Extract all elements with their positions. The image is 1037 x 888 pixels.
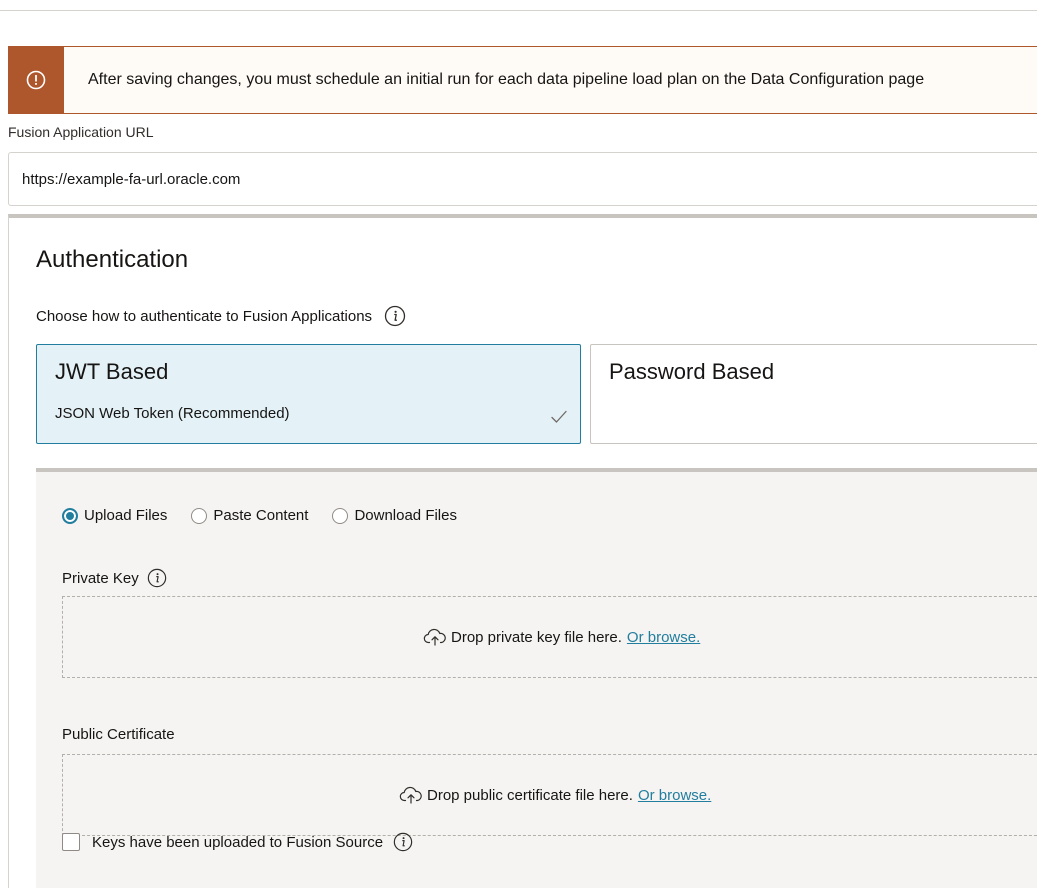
public-certificate-label-text: Public Certificate	[62, 726, 175, 743]
radio-download-files-label: Download Files	[354, 506, 457, 524]
radio-unselected-icon	[332, 508, 349, 524]
cloud-upload-icon	[423, 628, 447, 646]
jwt-based-card[interactable]: JWT Based JSON Web Token (Recommended)	[36, 344, 581, 444]
radio-unselected-icon	[191, 508, 208, 524]
radio-selected-icon	[62, 508, 78, 524]
info-icon[interactable]	[393, 832, 413, 852]
public-certificate-label: Public Certificate	[62, 726, 175, 743]
authentication-title: Authentication	[36, 246, 189, 273]
banner-icon-strip	[8, 46, 64, 114]
jwt-card-description: JSON Web Token (Recommended)	[55, 405, 290, 422]
keys-uploaded-checkbox[interactable]	[62, 833, 80, 851]
info-icon[interactable]	[147, 568, 167, 588]
private-key-browse-link[interactable]: Or browse.	[627, 629, 700, 646]
password-based-card[interactable]: Password Based	[590, 344, 1037, 444]
keys-uploaded-checkbox-row[interactable]: Keys have been uploaded to Fusion Source	[62, 832, 413, 852]
checkmark-icon	[550, 409, 568, 430]
private-key-drop-zone[interactable]: Drop private key file here. Or browse.	[62, 596, 1037, 678]
public-certificate-drop-zone[interactable]: Drop public certificate file here. Or br…	[62, 754, 1037, 836]
info-icon[interactable]	[384, 305, 406, 327]
fusion-source-config-page: After saving changes, you must schedule …	[0, 0, 1037, 888]
radio-upload-files-label: Upload Files	[84, 506, 168, 524]
warning-exclamation-icon	[26, 70, 46, 90]
public-certificate-drop-content: Drop public certificate file here. Or br…	[399, 755, 711, 835]
key-source-radio-group: Upload Files Paste Content Download File…	[62, 506, 481, 524]
radio-paste-content-label: Paste Content	[213, 506, 309, 524]
fusion-url-label: Fusion Application URL	[8, 124, 154, 140]
password-card-title: Password Based	[609, 359, 775, 384]
authentication-panel: Authentication Choose how to authenticat…	[8, 214, 1037, 888]
private-key-label: Private Key	[62, 568, 167, 588]
banner-message: After saving changes, you must schedule …	[88, 71, 925, 88]
top-divider	[0, 10, 1037, 11]
public-certificate-browse-link[interactable]: Or browse.	[638, 787, 711, 804]
keys-uploaded-label: Keys have been uploaded to Fusion Source	[92, 833, 384, 851]
public-certificate-drop-text: Drop public certificate file here.	[427, 786, 633, 804]
private-key-label-text: Private Key	[62, 569, 139, 587]
warning-banner: After saving changes, you must schedule …	[8, 46, 1037, 114]
jwt-card-title: JWT Based	[55, 359, 169, 384]
authentication-subtitle-text: Choose how to authenticate to Fusion App…	[36, 307, 373, 325]
fusion-url-input[interactable]: https://example-fa-url.oracle.com	[8, 152, 1037, 206]
private-key-drop-content: Drop private key file here. Or browse.	[423, 597, 700, 677]
cloud-upload-icon	[399, 786, 423, 804]
radio-upload-files[interactable]: Upload Files	[62, 506, 167, 524]
radio-paste-content[interactable]: Paste Content	[191, 506, 308, 524]
radio-download-files[interactable]: Download Files	[332, 506, 457, 524]
authentication-subtitle: Choose how to authenticate to Fusion App…	[36, 305, 406, 327]
jwt-settings-panel: Upload Files Paste Content Download File…	[36, 468, 1037, 888]
private-key-drop-text: Drop private key file here.	[451, 628, 622, 646]
